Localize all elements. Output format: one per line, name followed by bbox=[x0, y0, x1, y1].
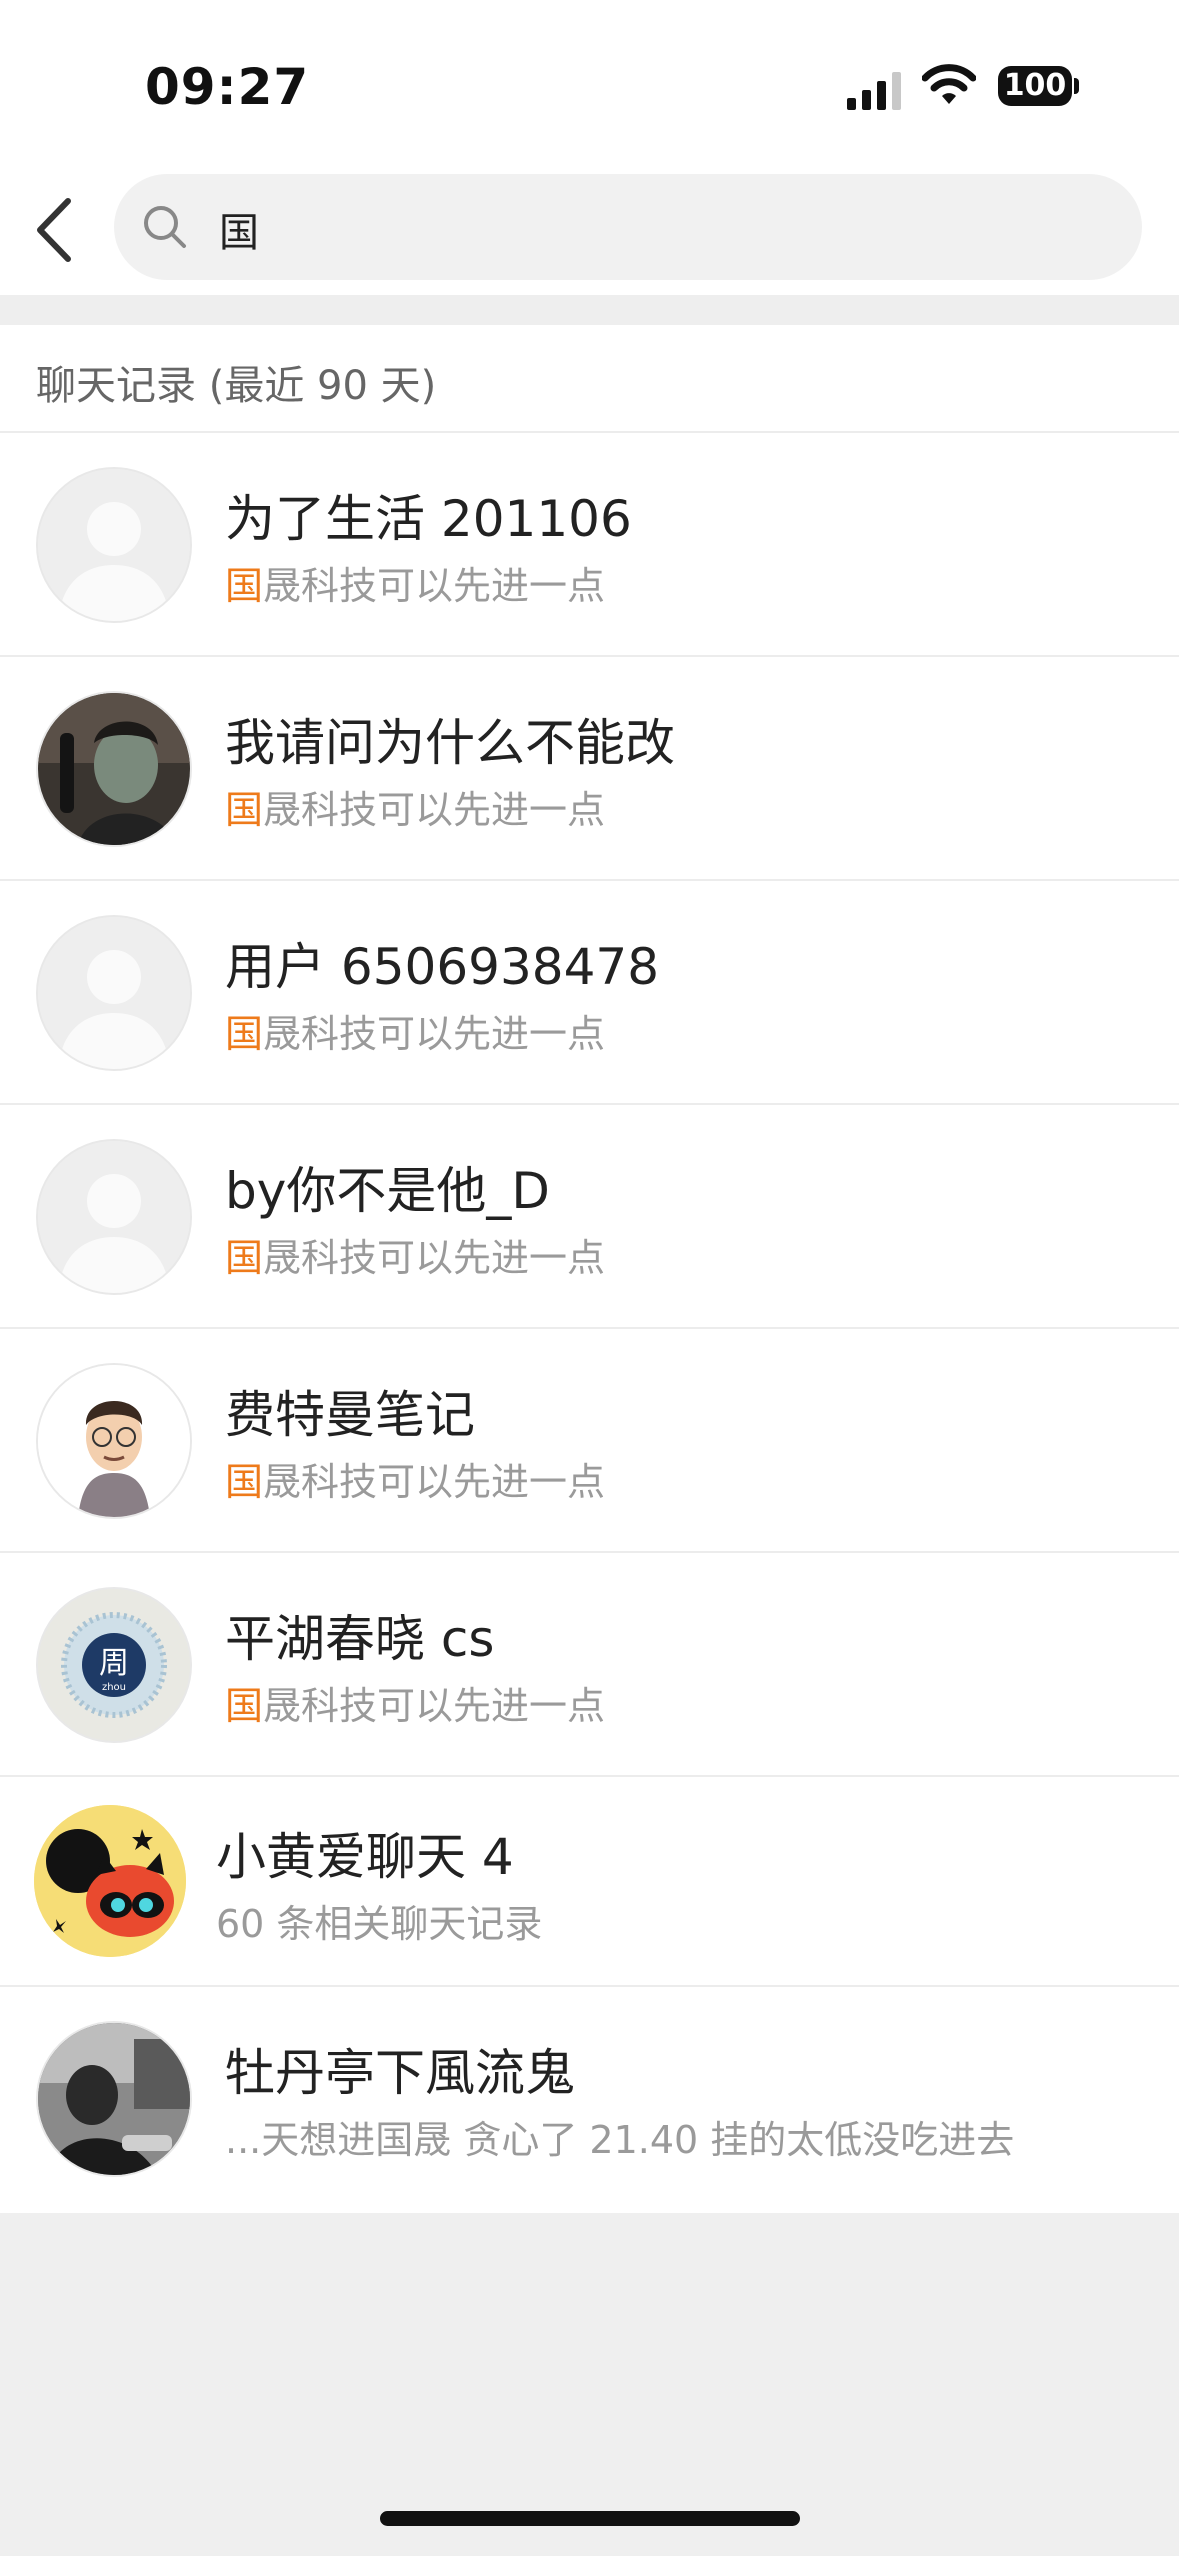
snippet-text: 晟科技可以先进一点 bbox=[263, 564, 606, 608]
result-row[interactable]: by你不是他_D 国晟科技可以先进一点 bbox=[0, 1105, 1179, 1329]
result-row[interactable]: 周 zhou 平湖春晓 cs 国晟科技可以先进一点 bbox=[0, 1553, 1179, 1777]
status-time: 09:27 bbox=[145, 58, 310, 116]
result-name: 牡丹亭下風流鬼 bbox=[225, 2044, 575, 2102]
result-name: 我请问为什么不能改 bbox=[225, 714, 675, 772]
match-highlight: 国 bbox=[225, 564, 264, 608]
result-snippet: 60 条相关聊天记录 bbox=[216, 1893, 542, 1948]
section-title: 聊天记录 (最近 90 天) bbox=[36, 363, 437, 409]
result-name: 费特曼笔记 bbox=[225, 1386, 475, 1444]
header-gap bbox=[0, 295, 1179, 325]
result-name: by你不是他_D bbox=[225, 1162, 550, 1220]
match-highlight: 国 bbox=[225, 1236, 264, 1280]
screen: 09:27 100 国 聊天记录 (最近 90 天) 为了生活 201106 国… bbox=[0, 0, 1179, 2556]
result-name: 为了生活 201106 bbox=[225, 490, 632, 548]
snippet-text: ...天想进国晟 贪心了 21.40 挂的太低没吃进去 bbox=[225, 2118, 1015, 2162]
seal-sub: zhou bbox=[102, 1682, 126, 1693]
search-input[interactable]: 国 bbox=[114, 174, 1142, 280]
home-indicator[interactable] bbox=[380, 2511, 800, 2526]
search-results: 聊天记录 (最近 90 天) 为了生活 201106 国晟科技可以先进一点 我请… bbox=[0, 325, 1179, 2213]
result-snippet: 国晟科技可以先进一点 bbox=[225, 1451, 605, 1506]
back-arrow-icon[interactable] bbox=[30, 195, 80, 265]
match-highlight: 国 bbox=[225, 1460, 264, 1504]
snippet-text: 晟科技可以先进一点 bbox=[263, 1684, 606, 1728]
match-highlight: 国 bbox=[225, 1684, 264, 1728]
result-name: 平湖春晓 cs bbox=[225, 1610, 495, 1668]
result-row[interactable]: 用户 6506938478 国晟科技可以先进一点 bbox=[0, 881, 1179, 1105]
battery-tip bbox=[1074, 78, 1079, 94]
search-query[interactable]: 国 bbox=[219, 200, 259, 258]
search-header: 国 bbox=[0, 160, 1179, 295]
photo-avatar bbox=[36, 691, 192, 847]
status-bar: 09:27 100 bbox=[0, 0, 1179, 160]
snippet-text: 晟科技可以先进一点 bbox=[263, 1012, 606, 1056]
result-snippet: ...天想进国晟 贪心了 21.40 挂的太低没吃进去 bbox=[225, 2109, 1014, 2164]
result-row[interactable]: 为了生活 201106 国晟科技可以先进一点 bbox=[0, 433, 1179, 657]
cellular-signal-icon bbox=[847, 72, 901, 110]
search-icon bbox=[144, 206, 186, 248]
result-name: 小黄爱聊天 4 bbox=[216, 1828, 514, 1886]
snippet-text: 60 条相关聊天记录 bbox=[216, 1902, 543, 1946]
default-avatar-icon bbox=[36, 915, 192, 1071]
snippet-text: 晟科技可以先进一点 bbox=[263, 788, 606, 832]
default-avatar-icon bbox=[36, 1139, 192, 1295]
result-row[interactable]: 牡丹亭下風流鬼 ...天想进国晟 贪心了 21.40 挂的太低没吃进去 bbox=[0, 1987, 1179, 2213]
bw-photo-avatar bbox=[36, 2021, 192, 2177]
seal-char: 周 bbox=[99, 1646, 129, 1681]
result-row[interactable]: 费特曼笔记 国晟科技可以先进一点 bbox=[0, 1329, 1179, 1553]
result-row[interactable]: 小黄爱聊天 4 60 条相关聊天记录 bbox=[0, 1777, 1179, 1987]
battery-icon: 100 bbox=[998, 66, 1072, 106]
result-snippet: 国晟科技可以先进一点 bbox=[225, 1675, 605, 1730]
seal-avatar: 周 zhou bbox=[36, 1587, 192, 1743]
result-snippet: 国晟科技可以先进一点 bbox=[225, 555, 605, 610]
cartoon-avatar bbox=[36, 1363, 192, 1519]
result-snippet: 国晟科技可以先进一点 bbox=[225, 1003, 605, 1058]
result-name: 用户 6506938478 bbox=[225, 938, 660, 996]
result-row[interactable]: 我请问为什么不能改 国晟科技可以先进一点 bbox=[0, 657, 1179, 881]
match-highlight: 国 bbox=[225, 1012, 264, 1056]
result-snippet: 国晟科技可以先进一点 bbox=[225, 779, 605, 834]
snippet-text: 晟科技可以先进一点 bbox=[263, 1236, 606, 1280]
snippet-text: 晟科技可以先进一点 bbox=[263, 1460, 606, 1504]
result-snippet: 国晟科技可以先进一点 bbox=[225, 1227, 605, 1282]
default-avatar-icon bbox=[36, 467, 192, 623]
wifi-icon bbox=[922, 64, 976, 104]
match-highlight: 国 bbox=[225, 788, 264, 832]
yellow-cat-avatar bbox=[34, 1805, 186, 1957]
